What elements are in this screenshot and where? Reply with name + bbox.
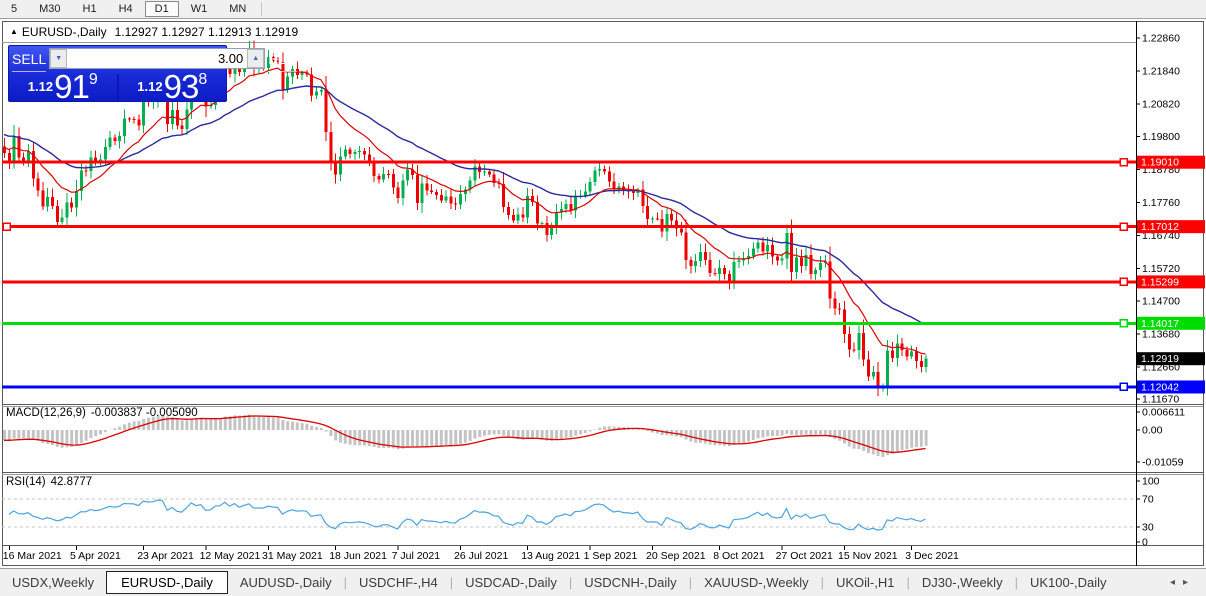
svg-text:1.21840: 1.21840 [1142, 65, 1180, 77]
timeframe-button-5[interactable]: 5 [1, 1, 27, 17]
rsi-value: 42.8777 [50, 476, 93, 488]
toolbar-separator [261, 2, 263, 16]
tab-uk100-daily[interactable]: UK100-,Daily [1018, 572, 1119, 593]
svg-text:1.15720: 1.15720 [1142, 263, 1180, 275]
svg-text:-0.01059: -0.01059 [1142, 457, 1184, 469]
svg-text:1 Sep 2021: 1 Sep 2021 [584, 550, 638, 562]
svg-text:0: 0 [1142, 537, 1148, 549]
timeframe-button-mn[interactable]: MN [219, 1, 256, 17]
buy-price-pips: 93 [163, 68, 200, 105]
rsi-name: RSI(14) [6, 476, 46, 488]
svg-text:7 Jul 2021: 7 Jul 2021 [392, 550, 441, 562]
rsi-panel [2, 498, 1136, 531]
sell-price-pips: 91 [54, 68, 90, 105]
tab-ukoil-h1[interactable]: UKOil-,H1 [824, 572, 907, 593]
svg-text:1.12919: 1.12919 [1141, 353, 1179, 365]
svg-text:70: 70 [1142, 494, 1154, 506]
tab-eurusd-daily[interactable]: EURUSD-,Daily [106, 571, 228, 594]
macd-panel [3, 414, 928, 457]
chart-symbol-period: EURUSD-,Daily [21, 25, 107, 39]
tab-scroll-nav: ◂▸ [1170, 577, 1196, 588]
svg-text:1.17012: 1.17012 [1141, 221, 1179, 233]
svg-text:26 Jul 2021: 26 Jul 2021 [454, 550, 508, 562]
svg-text:100: 100 [1142, 476, 1160, 488]
svg-text:1.12042: 1.12042 [1141, 381, 1179, 393]
svg-text:1.19800: 1.19800 [1142, 131, 1180, 143]
tab-audusd-daily[interactable]: AUDUSD-,Daily [228, 572, 344, 593]
svg-text:1.20820: 1.20820 [1142, 98, 1180, 110]
price-axis: 1.228601.218401.208201.198001.187801.177… [1136, 33, 1185, 549]
svg-text:0.00: 0.00 [1142, 425, 1163, 437]
sell-price-base: 1.12 [27, 79, 54, 94]
svg-text:16 Mar 2021: 16 Mar 2021 [3, 550, 62, 562]
chart-title: ▲ EURUSD-,Daily 1.12927 1.12927 1.12913 1.… [10, 25, 298, 39]
svg-text:0.006611: 0.006611 [1142, 407, 1185, 419]
collapse-icon[interactable]: ▲ [10, 27, 18, 36]
svg-text:1.14017: 1.14017 [1141, 318, 1179, 330]
svg-text:1.17760: 1.17760 [1142, 197, 1180, 209]
macd-name: MACD(12,26,9) [6, 407, 86, 419]
macd-label: MACD(12,26,9) -0.003837 -0.005090 [6, 407, 198, 419]
buy-price-base: 1.12 [137, 79, 163, 94]
triangle-up-icon: ▲ [252, 55, 260, 62]
tab-usdcad-daily[interactable]: USDCAD-,Daily [453, 572, 569, 593]
trade-panel-price-row: 1.12919 1.12938 [9, 70, 226, 103]
triangle-down-icon: ▼ [55, 55, 63, 62]
tab-dj30-weekly[interactable]: DJ30-,Weekly [910, 572, 1015, 593]
svg-text:5 Apr 2021: 5 Apr 2021 [70, 550, 121, 562]
timeframe-button-w1[interactable]: W1 [181, 1, 218, 17]
chart-tabbar: USDX,Weekly EURUSD-,Daily AUDUSD-,Daily | US… [0, 568, 1206, 596]
tabs-scroll-right-icon[interactable]: ▸ [1183, 577, 1196, 588]
timeframe-button-d1[interactable]: D1 [144, 1, 179, 17]
svg-text:1.22860: 1.22860 [1142, 33, 1180, 45]
sell-price[interactable]: 1.12919 [9, 66, 117, 108]
svg-text:8 Oct 2021: 8 Oct 2021 [713, 550, 765, 562]
svg-text:30: 30 [1142, 522, 1154, 534]
macd-values: -0.003837 -0.005090 [90, 407, 198, 419]
svg-text:27 Oct 2021: 27 Oct 2021 [776, 550, 833, 562]
svg-text:1.14700: 1.14700 [1142, 296, 1180, 308]
buy-price-point: 8 [198, 71, 208, 88]
volume-increase-button[interactable]: ▲ [247, 49, 265, 68]
svg-text:1.15299: 1.15299 [1141, 276, 1179, 288]
tab-usdx-weekly[interactable]: USDX,Weekly [0, 572, 106, 593]
tab-xauusd-weekly[interactable]: XAUUSD-,Weekly [692, 572, 821, 593]
one-click-trading-panel: SELL ▼ ▲ BUY 1.12919 1.12938 [8, 45, 298, 103]
svg-text:18 Jun 2021: 18 Jun 2021 [329, 550, 387, 562]
svg-text:1.19010: 1.19010 [1141, 157, 1179, 169]
rsi-label: RSI(14) 42.8777 [6, 476, 92, 488]
tab-usdcnh-daily[interactable]: USDCNH-,Daily [572, 572, 688, 593]
svg-text:12 May 2021: 12 May 2021 [200, 550, 261, 562]
svg-text:31 May 2021: 31 May 2021 [262, 550, 323, 562]
timeframe-toolbar: 5 M30 H1 H4 D1 W1 MN [0, 0, 1206, 19]
sell-price-point: 9 [88, 71, 98, 88]
current-price-badge: 1.12919 [1137, 352, 1205, 366]
svg-text:3 Dec 2021: 3 Dec 2021 [905, 550, 959, 562]
svg-text:23 Apr 2021: 23 Apr 2021 [137, 550, 194, 562]
svg-text:15 Nov 2021: 15 Nov 2021 [838, 550, 898, 562]
date-axis: 16 Mar 2021 5 Apr 2021 23 Apr 2021 12 May 2… [3, 546, 959, 562]
svg-text:1.11670: 1.11670 [1142, 393, 1179, 405]
timeframe-button-h1[interactable]: H1 [73, 1, 107, 17]
timeframe-button-m30[interactable]: M30 [29, 1, 70, 17]
svg-text:20 Sep 2021: 20 Sep 2021 [646, 550, 706, 562]
tab-usdchf-h4[interactable]: USDCHF-,H4 [347, 572, 450, 593]
tabs-scroll-left-icon[interactable]: ◂ [1170, 577, 1183, 588]
svg-text:13 Aug 2021: 13 Aug 2021 [521, 550, 580, 562]
buy-button[interactable]: BUY [268, 48, 298, 72]
svg-text:1.13680: 1.13680 [1142, 329, 1180, 341]
buy-price[interactable]: 1.12938 [119, 66, 227, 108]
timeframe-button-h4[interactable]: H4 [109, 1, 143, 17]
chart-ohlc-values: 1.12927 1.12927 1.12913 1.12919 [114, 25, 299, 39]
